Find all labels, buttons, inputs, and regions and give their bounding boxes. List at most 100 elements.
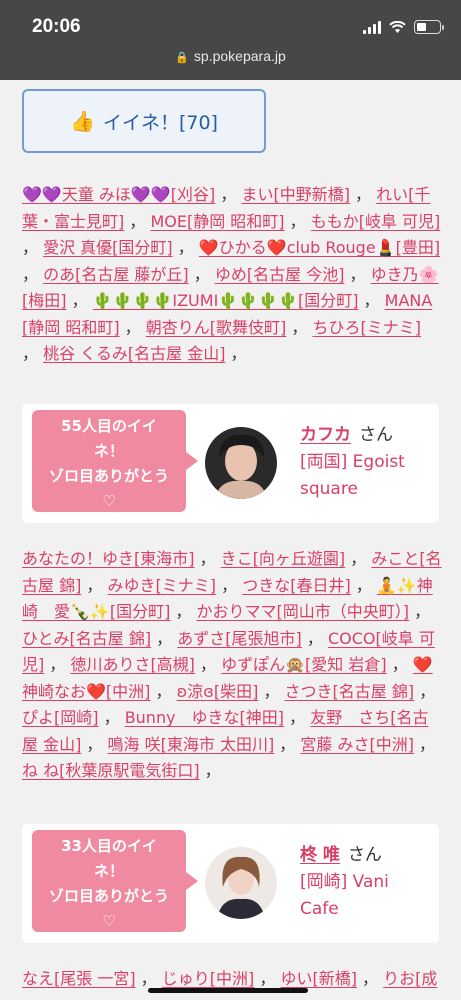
liker-link[interactable]: つきな[春日井] bbox=[242, 576, 351, 595]
separator: ， bbox=[301, 628, 328, 648]
girl-name-link[interactable]: カフカ bbox=[300, 425, 351, 445]
shop-link[interactable]: [岡崎] Vani Cafe bbox=[300, 872, 389, 919]
bubble-line: ♡ bbox=[102, 492, 116, 510]
girl-avatar[interactable] bbox=[205, 427, 277, 499]
like-button-label: イイネ！[70] bbox=[102, 111, 218, 134]
liker-link[interactable]: 桃谷 くるみ[名古屋 金山] bbox=[43, 344, 225, 363]
separator: ， bbox=[188, 264, 215, 284]
liker-link[interactable]: 鳴海 咲[東海市 太田川] bbox=[108, 735, 275, 754]
separator: ， bbox=[124, 211, 151, 231]
separator: ， bbox=[151, 628, 178, 648]
separator: ， bbox=[258, 681, 285, 701]
separator: ， bbox=[284, 211, 311, 231]
liker-link[interactable]: ひとみ[名古屋 錦] bbox=[22, 629, 151, 648]
liker-link[interactable]: あずさ[尾張旭市] bbox=[177, 629, 302, 648]
honorific: さん bbox=[359, 425, 393, 445]
separator: ， bbox=[413, 734, 436, 754]
liker-link[interactable]: じゅり[中洲] bbox=[162, 969, 255, 988]
status-bar: 20:06 🔒 sp.pokepara.jp bbox=[0, 0, 461, 80]
liker-link[interactable]: ね ね[秋葉原駅電気街口] bbox=[22, 761, 200, 780]
liker-link[interactable]: さつき[名古屋 錦] bbox=[285, 682, 415, 701]
liker-list-1: 💜💜天童 みほ💜💜[刈谷] ， まい[中野新橋] ， れい[千葉・富士見町] ，… bbox=[22, 182, 442, 368]
liker-link[interactable]: かおりママ[岡山市（中央町）] bbox=[197, 602, 410, 621]
liker-link[interactable]: ぴよ[岡崎] bbox=[22, 708, 99, 727]
bubble-line: ネ！ bbox=[93, 862, 124, 880]
liker-link[interactable]: まい[中野新橋] bbox=[241, 185, 350, 204]
liker-link[interactable]: ちひろ[ミナミ] bbox=[312, 318, 421, 337]
separator: ， bbox=[345, 549, 372, 568]
liker-link[interactable]: ❤️ひかる❤️club Rouge💄[豊田] bbox=[199, 238, 440, 257]
shop-link[interactable]: [両国] Egoist square bbox=[300, 452, 405, 499]
separator: ， bbox=[81, 575, 108, 595]
liker-link[interactable]: あなたの！ゆき[東海市] bbox=[22, 549, 195, 568]
like-button[interactable]: 👍 イイネ！[70] bbox=[22, 89, 266, 153]
separator: ， bbox=[254, 969, 281, 988]
lock-icon: 🔒 bbox=[175, 52, 189, 64]
bubble-line: ゾロ目ありがとう bbox=[48, 887, 169, 905]
separator: ， bbox=[66, 291, 93, 310]
bubble-line: ネ！ bbox=[93, 442, 124, 460]
separator: ， bbox=[22, 264, 44, 284]
liker-link[interactable]: ゆい[新橋] bbox=[280, 969, 357, 988]
separator: ， bbox=[194, 549, 221, 568]
liker-link[interactable]: ゆめ[名古屋 今池] bbox=[215, 265, 345, 284]
separator: ， bbox=[350, 575, 377, 595]
girl-avatar[interactable] bbox=[205, 847, 277, 919]
separator: ， bbox=[22, 344, 44, 363]
separator: ， bbox=[135, 969, 162, 988]
separator: ， bbox=[274, 734, 301, 754]
separator: ， bbox=[386, 655, 413, 674]
honorific: さん bbox=[347, 845, 382, 865]
card-girl-info: カフカ さん [両国] Egoist square bbox=[300, 422, 430, 503]
liker-link[interactable]: 愛沢 真優[国分町] bbox=[43, 238, 173, 257]
separator: ， bbox=[349, 185, 377, 204]
bubble-line: ♡ bbox=[102, 912, 116, 930]
liker-link[interactable]: きこ[向ヶ丘遊園] bbox=[221, 549, 346, 568]
separator: ， bbox=[170, 602, 197, 621]
bubble-line: 55人目のイイ bbox=[61, 417, 157, 435]
liker-link[interactable]: 💜💜天童 みほ💜💜[刈谷] bbox=[22, 185, 215, 204]
separator: ， bbox=[344, 264, 371, 284]
home-indicator bbox=[148, 988, 308, 993]
milestone-bubble: 55人目のイイ ネ！ ゾロ目ありがとう ♡ bbox=[32, 410, 198, 512]
separator: ， bbox=[199, 761, 221, 780]
bubble-line: ゾロ目ありがとう bbox=[48, 467, 169, 485]
liker-link[interactable]: MOE[静岡 昭和町] bbox=[150, 212, 284, 231]
separator: ， bbox=[284, 708, 311, 727]
separator: ， bbox=[215, 185, 242, 204]
separator: ， bbox=[150, 681, 177, 701]
separator: ， bbox=[172, 238, 199, 257]
liker-link[interactable]: みゆき[ミナミ] bbox=[108, 576, 217, 595]
liker-link[interactable]: なえ[尾張 一宮] bbox=[22, 969, 136, 988]
separator: ， bbox=[81, 734, 108, 754]
card-girl-info: 柊 唯さん [岡崎] Vani Cafe bbox=[300, 842, 430, 923]
liker-link[interactable]: 宮藤 みさ[中洲] bbox=[300, 735, 414, 754]
url-text: sp.pokepara.jp bbox=[193, 48, 286, 64]
battery-icon bbox=[414, 20, 444, 34]
separator: ， bbox=[356, 969, 384, 988]
girl-name-link[interactable]: 柊 唯 bbox=[300, 845, 340, 865]
separator: ， bbox=[286, 317, 313, 337]
milestone-card-2: 33人目のイイ ネ！ ゾロ目ありがとう ♡ 柊 唯さん [岡崎] Vani Ca… bbox=[22, 824, 439, 943]
signal-icon bbox=[363, 20, 381, 34]
separator: ， bbox=[358, 291, 385, 310]
liker-link[interactable]: Bunny ゆきな[神田] bbox=[125, 708, 284, 727]
separator: ， bbox=[216, 575, 243, 595]
liker-link[interactable]: のあ[名古屋 藤が丘] bbox=[43, 265, 189, 284]
status-icons bbox=[363, 20, 444, 34]
liker-link[interactable]: ʚ涼ɞ[柴田] bbox=[177, 682, 259, 701]
separator: ， bbox=[119, 317, 146, 337]
separator: ， bbox=[409, 602, 431, 621]
address-bar[interactable]: 🔒 sp.pokepara.jp bbox=[0, 48, 461, 64]
bubble-line: 33人目のイイ bbox=[61, 837, 157, 855]
liker-link[interactable]: 朝杏りん[歌舞伎町] bbox=[146, 318, 287, 337]
status-time: 20:06 bbox=[32, 16, 81, 37]
thumbs-up-icon: 👍 bbox=[70, 109, 95, 133]
liker-link[interactable]: 徳川ありさ[高槻] bbox=[70, 655, 195, 674]
liker-list-2: あなたの！ゆき[東海市] ， きこ[向ヶ丘遊園] ， みこと[名古屋 錦] ， … bbox=[22, 546, 442, 785]
milestone-card-1: 55人目のイイ ネ！ ゾロ目ありがとう ♡ カフカ さん [両国] Egoist … bbox=[22, 404, 439, 523]
liker-link[interactable]: ももか[岐阜 可児] bbox=[311, 212, 441, 231]
liker-link[interactable]: 🌵🌵🌵🌵IZUMI🌵🌵🌵🌵[国分町] bbox=[93, 291, 359, 310]
liker-link[interactable]: ゆずぽん🙊[愛知 岩倉] bbox=[221, 655, 387, 674]
wifi-icon bbox=[389, 20, 406, 33]
